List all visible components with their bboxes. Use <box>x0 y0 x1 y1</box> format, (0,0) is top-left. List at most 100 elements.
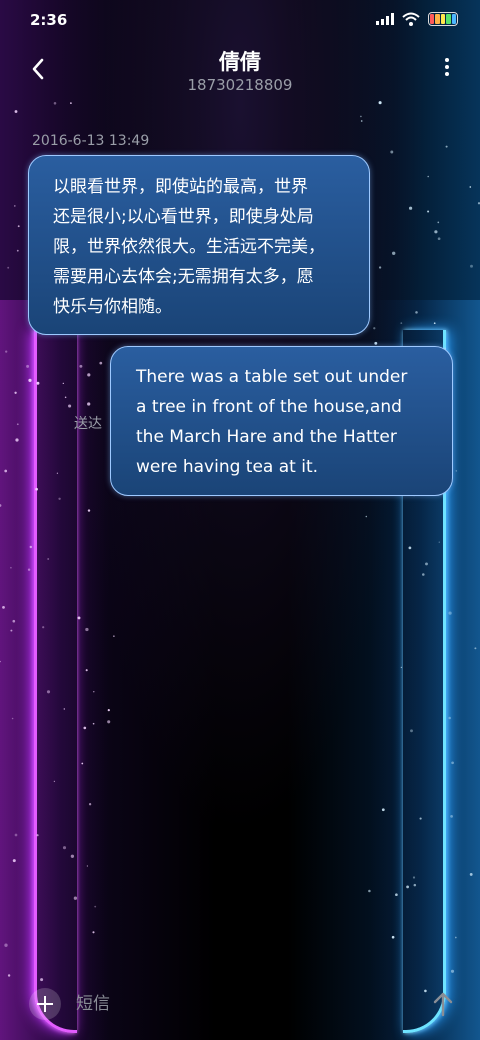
outgoing-message-bubble[interactable]: There was a table set out under a tree i… <box>110 346 453 496</box>
star-dot <box>450 815 453 818</box>
star-dot <box>360 115 362 118</box>
delivery-status: 送达 <box>74 416 102 432</box>
arrow-up-icon <box>433 992 453 1017</box>
star-dot <box>12 619 16 623</box>
status-icons <box>376 12 458 26</box>
star-dot <box>470 264 473 268</box>
star-dot <box>14 110 18 113</box>
star-dot <box>14 391 17 394</box>
star-dot <box>86 865 89 867</box>
star-dot <box>113 635 115 637</box>
message-line: 需要用心去体会;无需拥有太多，愿 <box>53 267 314 287</box>
composer-bar <box>0 975 480 1035</box>
star-dot <box>427 210 430 213</box>
star-dot <box>419 817 422 820</box>
star-dot <box>26 364 30 368</box>
star-dot <box>107 709 110 712</box>
battery-segment <box>446 14 451 24</box>
star-dot <box>62 382 64 385</box>
star-dot <box>87 373 91 377</box>
star-dot <box>70 854 75 858</box>
star-dot <box>368 889 371 893</box>
message-line: a tree in front of the house,and <box>136 397 402 417</box>
star-dot <box>85 669 88 672</box>
message-screen: 2:36 倩倩 18730218809 2016-6-13 13:49 以眼看世… <box>0 0 480 1040</box>
star-dot <box>27 568 31 571</box>
star-dot <box>410 729 413 733</box>
star-dot <box>390 150 394 154</box>
star-dot <box>85 627 89 632</box>
wifi-icon <box>402 12 420 26</box>
star-dot <box>64 396 67 399</box>
message-line: 以眼看世界，即使站的最高，世界 <box>53 177 308 197</box>
star-dot <box>77 616 81 620</box>
star-dot <box>427 175 429 178</box>
status-time: 2:36 <box>30 11 68 29</box>
message-line: were having tea at it. <box>136 457 319 477</box>
star-dot <box>381 808 385 812</box>
star-dot <box>63 708 65 710</box>
star-dot <box>450 969 455 973</box>
star-dot <box>79 364 83 368</box>
more-vertical-icon <box>445 58 449 62</box>
star-dot <box>4 469 8 473</box>
battery-segment <box>451 14 457 24</box>
star-dot <box>56 472 59 474</box>
conversation-header: 倩倩 18730218809 <box>0 40 480 100</box>
star-dot <box>434 230 438 234</box>
star-dot <box>11 717 14 720</box>
star-dot <box>0 504 2 507</box>
battery-segment <box>430 14 435 24</box>
star-dot <box>42 626 45 629</box>
star-dot <box>392 251 396 255</box>
message-line: 还是很小;以心看世界，即使身处局 <box>53 207 314 227</box>
star-dot <box>400 666 403 669</box>
star-dot <box>5 350 8 353</box>
star-dot <box>16 423 19 426</box>
star-dot <box>437 237 441 241</box>
star-dot <box>445 145 448 148</box>
star-dot <box>107 720 111 724</box>
star-dot <box>469 186 472 188</box>
star-dot <box>2 606 5 609</box>
star-dot <box>36 381 40 385</box>
star-dot <box>28 378 32 383</box>
star-dot <box>448 611 452 615</box>
status-bar: 2:36 <box>0 0 480 40</box>
star-dot <box>94 905 97 908</box>
star-dot <box>437 221 440 224</box>
battery-segment <box>435 14 440 24</box>
star-dot <box>7 266 10 269</box>
star-dot <box>87 509 91 512</box>
message-input[interactable] <box>76 989 396 1019</box>
star-dot <box>12 859 16 863</box>
star-dot <box>415 311 418 314</box>
more-options-button[interactable] <box>442 58 452 82</box>
star-dot <box>438 541 440 543</box>
star-dot <box>0 660 1 663</box>
star-dot <box>53 102 57 105</box>
star-dot <box>53 780 56 783</box>
star-dot <box>365 515 368 518</box>
star-dot <box>46 690 51 694</box>
star-dot <box>455 470 457 472</box>
star-dot <box>378 101 382 105</box>
incoming-message-bubble[interactable]: 以眼看世界，即使站的最高，世界 还是很小;以心看世界，即使身处局 限，世界依然很… <box>28 155 370 335</box>
star-dot <box>400 322 403 324</box>
star-dot <box>88 803 92 806</box>
star-dot <box>4 943 8 947</box>
star-dot <box>433 322 436 325</box>
star-dot <box>412 876 416 879</box>
star-dot <box>406 885 409 889</box>
star-dot <box>448 716 451 720</box>
star-dot <box>360 120 363 122</box>
add-attachment-button[interactable] <box>29 988 61 1020</box>
star-dot <box>374 341 378 345</box>
star-dot <box>62 846 67 850</box>
message-line: 快乐与你相随。 <box>53 297 172 317</box>
star-dot <box>474 647 477 650</box>
star-dot <box>454 936 457 939</box>
send-button[interactable] <box>430 989 456 1019</box>
star-dot <box>378 266 382 269</box>
battery-icon <box>428 12 458 26</box>
